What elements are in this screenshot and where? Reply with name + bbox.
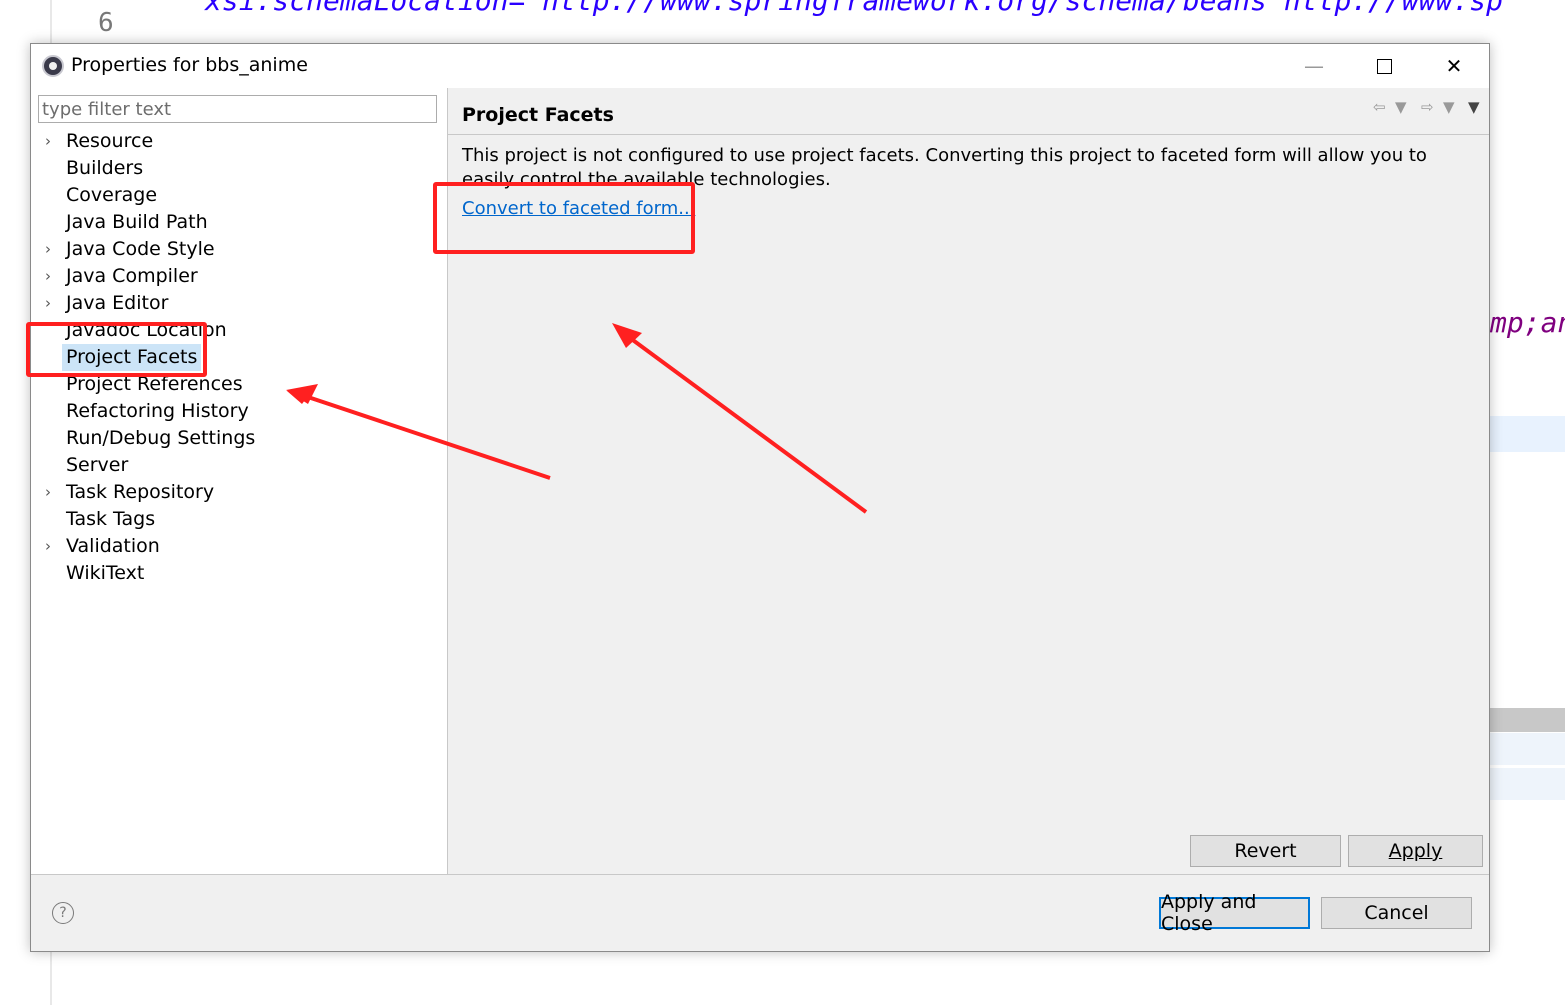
back-arrow-icon[interactable]: ⇦ xyxy=(1373,98,1386,116)
view-menu-icon[interactable]: ▼ xyxy=(1468,98,1480,116)
minimize-button[interactable]: — xyxy=(1279,44,1349,88)
expand-chevron-icon[interactable]: › xyxy=(45,533,57,560)
apply-button[interactable]: Apply xyxy=(1348,835,1483,867)
tree-item-label: Java Code Style xyxy=(66,238,215,260)
tree-item-refactoring-history[interactable]: Refactoring History xyxy=(31,398,447,425)
tree-item-label: Refactoring History xyxy=(66,400,249,422)
tree-item-label: Task Tags xyxy=(66,508,156,530)
apply-button-label: Apply xyxy=(1388,840,1443,862)
expand-chevron-icon[interactable]: › xyxy=(45,263,57,290)
tree-item-label: Server xyxy=(66,454,129,476)
revert-button[interactable]: Revert xyxy=(1190,835,1341,867)
navigation-pane: › Resource Builders Coverage Java Build Path… xyxy=(31,88,448,874)
editor-line-number: 6 xyxy=(98,8,114,38)
tree-item-coverage[interactable]: Coverage xyxy=(31,182,447,209)
tree-item-java-code-style[interactable]: › Java Code Style xyxy=(31,236,447,263)
tree-item-wikitext[interactable]: WikiText xyxy=(31,560,447,587)
filter-input[interactable] xyxy=(38,95,437,123)
eclipse-app-icon xyxy=(42,55,64,77)
maximize-icon xyxy=(1376,58,1392,74)
expand-chevron-icon[interactable]: › xyxy=(45,290,57,317)
tree-item-label: Run/Debug Settings xyxy=(66,427,256,449)
editor-code-line-mid: mp;an xyxy=(1490,306,1565,339)
page-title: Project Facets xyxy=(462,104,614,126)
tree-item-label: Java Build Path xyxy=(66,211,208,233)
tree-item-label: Validation xyxy=(66,535,160,557)
tree-item-run-debug-settings[interactable]: Run/Debug Settings xyxy=(31,425,447,452)
cancel-button[interactable]: Cancel xyxy=(1321,897,1472,929)
expand-chevron-icon[interactable]: › xyxy=(45,479,57,506)
footer-divider xyxy=(31,874,1489,875)
editor-highlight-band xyxy=(1490,416,1565,452)
tree-item-validation[interactable]: › Validation xyxy=(31,533,447,560)
tree-item-label: Builders xyxy=(66,157,144,179)
tree-item-builders[interactable]: Builders xyxy=(31,155,447,182)
tree-item-label: WikiText xyxy=(66,562,145,584)
tree-item-java-editor[interactable]: › Java Editor xyxy=(31,290,447,317)
tree-item-label: Task Repository xyxy=(66,481,215,503)
tree-item-server[interactable]: Server xyxy=(31,452,447,479)
annotation-highlight-link xyxy=(433,182,695,254)
maximize-button[interactable] xyxy=(1349,44,1419,88)
page-navigation: ⇦ ▼ ⇨ ▼ ▼ xyxy=(1373,98,1485,118)
forward-arrow-icon[interactable]: ⇨ xyxy=(1421,98,1434,116)
close-button[interactable]: ✕ xyxy=(1419,44,1489,88)
tree-item-java-build-path[interactable]: Java Build Path xyxy=(31,209,447,236)
tree-item-label: Resource xyxy=(66,130,154,152)
tree-item-task-tags[interactable]: Task Tags xyxy=(31,506,447,533)
tree-item-label: Java Compiler xyxy=(66,265,198,287)
tree-item-java-compiler[interactable]: › Java Compiler xyxy=(31,263,447,290)
expand-chevron-icon[interactable]: › xyxy=(45,128,57,155)
tree-item-label: Java Editor xyxy=(66,292,169,314)
apply-and-close-button[interactable]: Apply and Close xyxy=(1159,891,1310,935)
tree-item-task-repository[interactable]: › Task Repository xyxy=(31,479,447,506)
back-dropdown-icon[interactable]: ▼ xyxy=(1395,98,1407,116)
expand-chevron-icon[interactable]: › xyxy=(45,236,57,263)
tree-item-resource[interactable]: › Resource xyxy=(31,128,447,155)
dialog-title: Properties for bbs_anime xyxy=(71,54,308,76)
annotation-highlight-project-facets xyxy=(26,322,207,377)
editor-highlight-band xyxy=(1490,733,1565,765)
editor-scroll-band xyxy=(1490,708,1565,732)
editor-highlight-band xyxy=(1490,768,1565,800)
properties-dialog: Properties for bbs_anime — ✕ › Resource Bu… xyxy=(30,43,1490,952)
help-icon[interactable]: ? xyxy=(52,902,74,924)
title-bar[interactable]: Properties for bbs_anime — ✕ xyxy=(31,44,1489,88)
tree-item-label: Coverage xyxy=(66,184,158,206)
header-divider xyxy=(448,134,1489,135)
editor-code-line-top: xsi:schemaLocation="http://www.springfra… xyxy=(205,0,1504,17)
forward-dropdown-icon[interactable]: ▼ xyxy=(1443,98,1455,116)
